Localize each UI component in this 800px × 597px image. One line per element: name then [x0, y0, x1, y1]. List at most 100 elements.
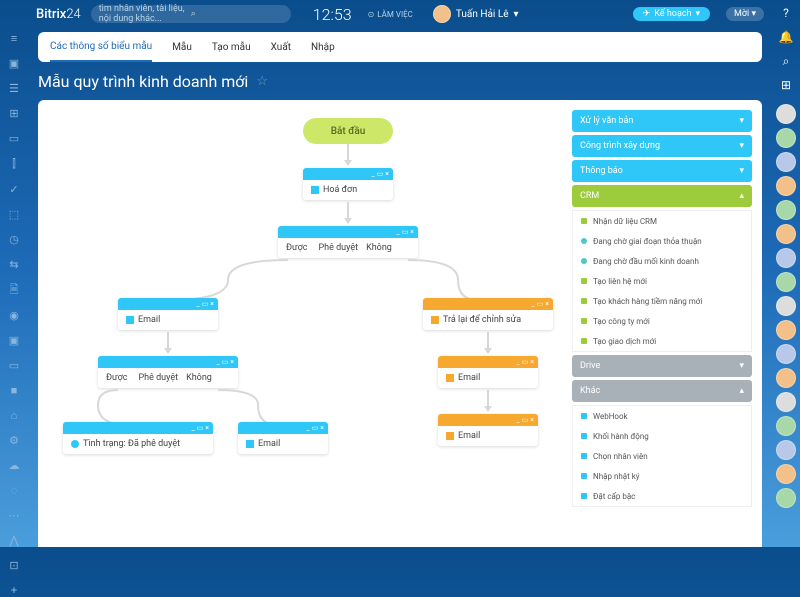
avatar[interactable] — [776, 392, 796, 412]
grid-icon[interactable]: ⊞ — [779, 78, 793, 92]
chevron-down-icon: ▾ — [739, 361, 744, 371]
nav-icon[interactable]: ▭ — [7, 132, 21, 145]
left-nav-rail: ≡ ▣ ☰ ⊞ ▭ ⫿ ✓ ⬚ ◷ ⇆ 🗎 ◉ ▣ ▭ ■ ⌂ ⚙ ☁ ◌ ⋯ … — [0, 0, 28, 547]
email-node[interactable]: _▭× Email — [238, 422, 328, 454]
panel-section-other[interactable]: Khác▴ — [572, 380, 752, 402]
avatar[interactable] — [776, 464, 796, 484]
avatar[interactable] — [776, 320, 796, 340]
nav-icon[interactable]: ⚙ — [7, 434, 21, 447]
nav-icon[interactable]: ▣ — [7, 57, 21, 70]
return-edit-node[interactable]: _▭× Trả lại để chỉnh sửa — [423, 298, 553, 330]
panel-item[interactable]: Tạo giao dịch mới — [573, 331, 751, 351]
nav-icon[interactable]: 🗎 — [7, 283, 21, 297]
plus-icon[interactable]: + — [7, 584, 21, 597]
avatar[interactable] — [776, 344, 796, 364]
nav-icon[interactable]: ⇆ — [7, 258, 21, 271]
panel-section[interactable]: Drive▾ — [572, 355, 752, 377]
menu-icon[interactable]: ≡ — [7, 32, 21, 45]
tab-parameters[interactable]: Các thông số biểu mẫu — [50, 33, 152, 62]
user-menu[interactable]: Tuấn Hải Lê▾ — [433, 5, 519, 23]
nav-icon[interactable]: ⫿ — [7, 157, 21, 171]
approve-node-2[interactable]: _▭× ĐượcPhê duyệtKhông — [98, 356, 238, 388]
plan-button[interactable]: ✈Kế hoạch▾ — [633, 7, 710, 21]
mail-icon — [126, 316, 134, 324]
panel-item[interactable]: Nhập nhật ký — [573, 466, 751, 486]
tab-template[interactable]: Mẫu — [172, 34, 192, 61]
avatar[interactable] — [776, 176, 796, 196]
avatar[interactable] — [776, 200, 796, 220]
panel-section[interactable]: Xử lý văn bản▾ — [572, 110, 752, 132]
email-node[interactable]: _▭× Email — [118, 298, 218, 330]
camera-icon[interactable]: ■ — [7, 384, 21, 397]
panel-section[interactable]: Thông báo▾ — [572, 160, 752, 182]
panel-section-crm[interactable]: CRM▴ — [572, 185, 752, 207]
avatar[interactable] — [776, 416, 796, 436]
help-icon[interactable]: ? — [779, 6, 793, 20]
bell-icon[interactable]: 🔔 — [779, 30, 793, 44]
panel-item[interactable]: Đặt cấp bậc — [573, 486, 751, 506]
avatar[interactable] — [776, 296, 796, 316]
nav-icon[interactable]: ☁ — [7, 459, 21, 472]
panel-item[interactable]: WebHook — [573, 406, 751, 426]
mail-icon — [246, 440, 254, 448]
page-title: Mẫu quy trình kinh doanh mới — [38, 72, 248, 91]
panel-item[interactable]: Tạo khách hàng tiềm năng mới — [573, 291, 751, 311]
avatar[interactable] — [776, 152, 796, 172]
panel-item[interactable]: Tạo công ty mới — [573, 311, 751, 331]
chevron-down-icon: ▾ — [739, 166, 744, 176]
avatar[interactable] — [776, 224, 796, 244]
tabs: Các thông số biểu mẫu Mẫu Tạo mẫu Xuất N… — [38, 32, 762, 62]
panel-item[interactable]: Đang chờ giai đoạn thỏa thuận — [573, 231, 751, 251]
avatar[interactable] — [776, 104, 796, 124]
nav-icon[interactable]: ◉ — [7, 309, 21, 322]
tab-import[interactable]: Nhập — [311, 34, 335, 61]
star-icon[interactable]: ☆ — [256, 74, 268, 89]
panel-section[interactable]: Công trình xây dựng▾ — [572, 135, 752, 157]
avatar[interactable] — [776, 368, 796, 388]
work-button[interactable]: ⊙LÀM VIỆC — [368, 10, 413, 19]
nav-icon[interactable]: ⋀ — [7, 534, 21, 547]
search-input[interactable]: tìm nhân viên, tài liệu, nội dung khác..… — [91, 5, 291, 23]
logo[interactable]: Bitrix24 — [36, 7, 81, 22]
nav-icon[interactable]: ⊞ — [7, 107, 21, 120]
avatar[interactable] — [776, 272, 796, 292]
panel-item[interactable]: Chọn nhân viên — [573, 446, 751, 466]
action-panel: Xử lý văn bản▾ Công trình xây dựng▾ Thôn… — [572, 110, 752, 507]
tab-export[interactable]: Xuất — [271, 34, 291, 61]
tab-create[interactable]: Tạo mẫu — [212, 34, 251, 61]
invoice-node[interactable]: _▭× Hoá đơn — [303, 168, 393, 200]
avatar[interactable] — [776, 128, 796, 148]
start-node[interactable]: Bắt đầu — [303, 118, 393, 144]
avatar[interactable] — [776, 440, 796, 460]
nav-icon[interactable]: ⊡ — [7, 559, 21, 572]
panel-item[interactable]: Đang chờ đầu mối kinh doanh — [573, 251, 751, 271]
doc-icon — [311, 186, 319, 194]
avatar[interactable] — [776, 488, 796, 508]
chevron-down-icon: ▾ — [739, 141, 744, 151]
status-node[interactable]: _▭× Tình trạng: Đã phê duyệt — [63, 422, 213, 454]
avatar[interactable] — [776, 248, 796, 268]
email-node[interactable]: _▭× Email — [438, 356, 538, 388]
nav-icon[interactable]: ▭ — [7, 359, 21, 372]
nav-icon[interactable]: ▣ — [7, 334, 21, 347]
panel-item[interactable]: Nhận dữ liệu CRM — [573, 211, 751, 231]
invite-button[interactable]: Mời ▾ — [726, 7, 764, 21]
topbar: Bitrix24 tìm nhân viên, tài liệu, nội du… — [28, 0, 772, 28]
nav-icon[interactable]: ⬚ — [7, 208, 21, 221]
email-node[interactable]: _▭× Email — [438, 414, 538, 446]
nav-icon[interactable]: ⌂ — [7, 409, 21, 422]
mail-icon — [446, 432, 454, 440]
workflow-canvas: Bắt đầu _▭× Hoá đơn _▭× ĐượcPhê duyệtKhô… — [38, 100, 762, 547]
search-icon[interactable]: ⌕ — [779, 54, 793, 68]
nav-icon[interactable]: ✓ — [7, 183, 21, 196]
panel-item[interactable]: Khối hành động — [573, 426, 751, 446]
chevron-down-icon: ▾ — [739, 116, 744, 126]
panel-item[interactable]: Tạo liên hệ mới — [573, 271, 751, 291]
search-icon: ⌕ — [191, 9, 283, 19]
nav-icon[interactable]: ◷ — [7, 233, 21, 246]
nav-icon[interactable]: ◌ — [7, 484, 21, 497]
approve-node-1[interactable]: _▭× ĐượcPhê duyệtKhông — [278, 226, 418, 258]
nav-icon[interactable]: ⋯ — [7, 509, 21, 522]
nav-icon[interactable]: ☰ — [7, 82, 21, 95]
check-icon — [71, 440, 79, 448]
